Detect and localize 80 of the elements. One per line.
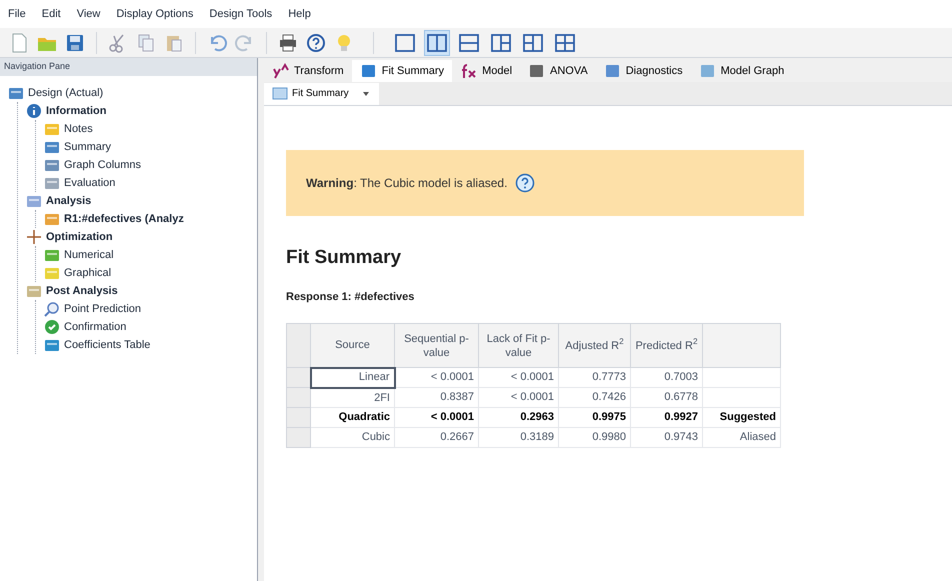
tree-item[interactable]: Information [46,102,106,120]
chart-icon [698,63,717,79]
tree-item[interactable]: Post Analysis [46,282,118,300]
column-header: Sequential p-value [394,324,478,368]
tree-item[interactable]: Evaluation [64,174,116,192]
help-icon[interactable] [515,173,536,193]
crosshair-icon [26,229,42,245]
chart-icon [604,63,622,79]
table-cell: 0.9743 [630,428,702,448]
menu-item[interactable]: Display Options [116,6,194,22]
fx-icon [460,63,478,79]
column-header: Lack of Fit p-value [478,324,558,368]
tree-item[interactable]: Analysis [46,192,92,210]
layout-button[interactable] [424,30,450,56]
document-icon [44,337,60,353]
tree-item[interactable]: Summary [64,138,112,156]
info-icon [26,103,42,119]
menu-item[interactable]: Edit [42,6,61,22]
column-header: Predicted R$^{2}$ [630,324,702,368]
document-icon [360,63,378,79]
table-cell: 0.7003 [630,368,702,388]
menu-item[interactable]: Help [288,6,311,22]
warning-text: Warning: The Cubic model is aliased. [306,175,508,192]
tree-item[interactable]: R1:#defectives (Analyz [64,210,184,228]
magnifier-icon [44,301,60,317]
table-cell: Suggested [702,408,780,428]
table-cell: < 0.0001 [478,388,558,408]
tree-item[interactable]: Graphical [64,264,112,282]
folder-icon [44,121,60,137]
document-icon [26,193,42,209]
table-cell: Cubic [310,428,394,448]
y-lambda-icon [272,63,290,79]
view-dropdown[interactable]: Fit Summary [264,82,379,104]
tree-item[interactable]: Numerical [64,246,114,264]
document-icon [44,211,60,227]
tree-item[interactable]: Optimization [46,228,113,246]
document-icon [44,157,60,173]
document-icon [44,265,60,281]
document-icon [44,247,60,263]
document-icon [26,283,42,299]
table-cell: 2FI [310,388,394,408]
tree-item[interactable]: Notes [64,120,93,138]
table-cell: 0.7773 [558,368,630,388]
tree-item[interactable]: Graph Columns [64,156,142,174]
table-cell: < 0.0001 [478,368,558,388]
tree-item[interactable]: Confirmation [64,318,126,336]
table-cell: Aliased [702,428,780,448]
column-header: Adjusted R$^{2}$ [558,324,630,368]
table-cell: 0.7426 [558,388,630,408]
help-icon[interactable] [305,32,327,54]
check-circle-icon [44,319,60,335]
document-icon [44,139,60,155]
tree-item[interactable]: Design (Actual) [28,84,104,102]
caret-icon [360,90,371,98]
table-cell: < 0.0001 [394,368,478,388]
menu-item[interactable]: Design Tools [209,6,272,22]
tree-item[interactable]: Coefficients Table [64,336,150,354]
table-cell: 0.9975 [558,408,630,428]
document-icon [8,85,24,101]
menu-item[interactable]: View [76,6,100,22]
menu-item[interactable]: File [8,6,26,22]
table-cell: 0.3189 [478,428,558,448]
table-cell: 0.2667 [394,428,478,448]
pane-title: Navigation Pane [4,60,70,74]
table-cell: Quadratic [310,408,394,428]
document-icon [44,175,60,191]
table-cell: 0.2963 [478,408,558,428]
tree-item[interactable]: Point Prediction [64,300,142,318]
document-icon [272,87,288,100]
column-header: Source [310,324,394,368]
printer-icon[interactable] [277,32,299,54]
table-cell: 0.6778 [630,388,702,408]
table-cell: 0.9927 [630,408,702,428]
table-cell: 0.8387 [394,388,478,408]
table-cell: 0.9980 [558,428,630,448]
section-heading: Fit Summary [286,246,402,270]
response-label: Response 1: #defectives [286,290,414,304]
table-cell: < 0.0001 [394,408,478,428]
tab[interactable]: Fit Summary [352,60,452,82]
table-cell: Linear [310,368,394,388]
